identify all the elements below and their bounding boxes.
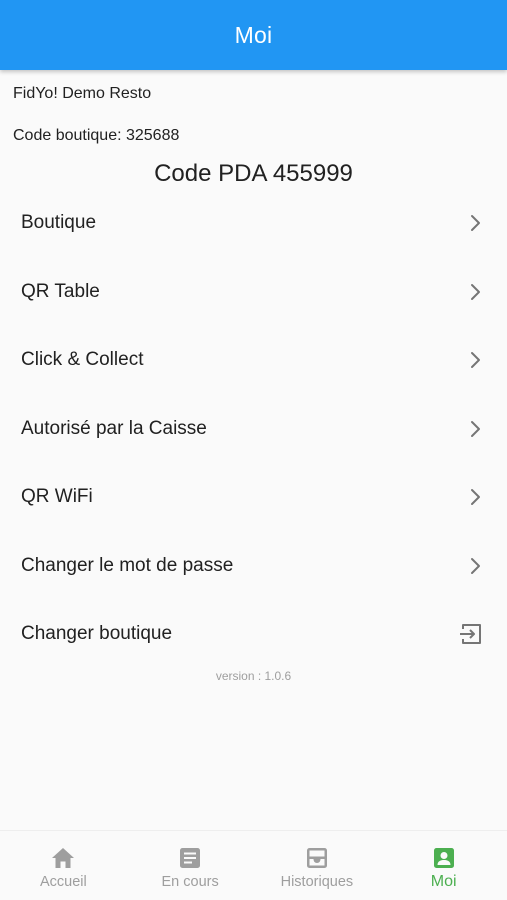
app-screen: Moi FidYo! Demo Resto Code boutique: 325… bbox=[0, 0, 507, 900]
account-box-icon bbox=[431, 845, 457, 871]
menu-item-change-password[interactable]: Changer le mot de passe bbox=[0, 532, 507, 601]
menu-item-boutique[interactable]: Boutique bbox=[0, 189, 507, 258]
menu-item-qr-wifi[interactable]: QR WiFi bbox=[0, 463, 507, 532]
chevron-right-icon bbox=[465, 282, 485, 302]
menu-item-label: Click & Collect bbox=[21, 349, 144, 371]
bottom-navigation: Accueil En cours Historiques Moi bbox=[0, 830, 507, 900]
menu-item-label: Changer le mot de passe bbox=[21, 554, 234, 576]
menu-item-click-collect[interactable]: Click & Collect bbox=[0, 326, 507, 395]
inbox-icon bbox=[304, 845, 330, 871]
chevron-right-icon bbox=[465, 556, 485, 576]
menu-item-label: QR WiFi bbox=[21, 486, 93, 508]
menu-item-label: Autorisé par la Caisse bbox=[21, 417, 207, 439]
settings-menu: Boutique QR Table Click & Collect Autori… bbox=[0, 189, 507, 669]
home-icon bbox=[50, 845, 76, 871]
tab-en-cours[interactable]: En cours bbox=[127, 831, 254, 900]
tab-label: Historiques bbox=[280, 874, 354, 890]
menu-item-qr-table[interactable]: QR Table bbox=[0, 258, 507, 327]
chevron-right-icon bbox=[465, 213, 485, 233]
tab-accueil[interactable]: Accueil bbox=[0, 831, 127, 900]
chevron-right-icon bbox=[465, 487, 485, 507]
shop-name: FidYo! Demo Resto bbox=[13, 85, 152, 102]
tab-label: Accueil bbox=[40, 874, 87, 890]
tab-historiques[interactable]: Historiques bbox=[254, 831, 381, 900]
menu-item-label: Changer boutique bbox=[21, 623, 173, 645]
app-bar: Moi bbox=[0, 0, 507, 70]
app-version: version : 1.0.6 bbox=[215, 669, 292, 683]
tab-label: En cours bbox=[161, 874, 219, 890]
chevron-right-icon bbox=[465, 350, 485, 370]
tab-moi[interactable]: Moi bbox=[380, 831, 507, 900]
document-icon bbox=[177, 845, 203, 871]
tab-label: Moi bbox=[430, 873, 457, 890]
menu-item-change-shop[interactable]: Changer boutique bbox=[0, 600, 507, 669]
logout-icon bbox=[457, 620, 485, 648]
chevron-right-icon bbox=[465, 419, 485, 439]
pda-code: Code PDA 455999 bbox=[154, 160, 353, 187]
page-title: Moi bbox=[234, 21, 273, 48]
shop-code: Code boutique: 325688 bbox=[13, 127, 180, 144]
menu-item-autorise-caisse[interactable]: Autorisé par la Caisse bbox=[0, 395, 507, 464]
menu-item-label: QR Table bbox=[21, 280, 100, 302]
menu-item-label: Boutique bbox=[21, 212, 97, 234]
